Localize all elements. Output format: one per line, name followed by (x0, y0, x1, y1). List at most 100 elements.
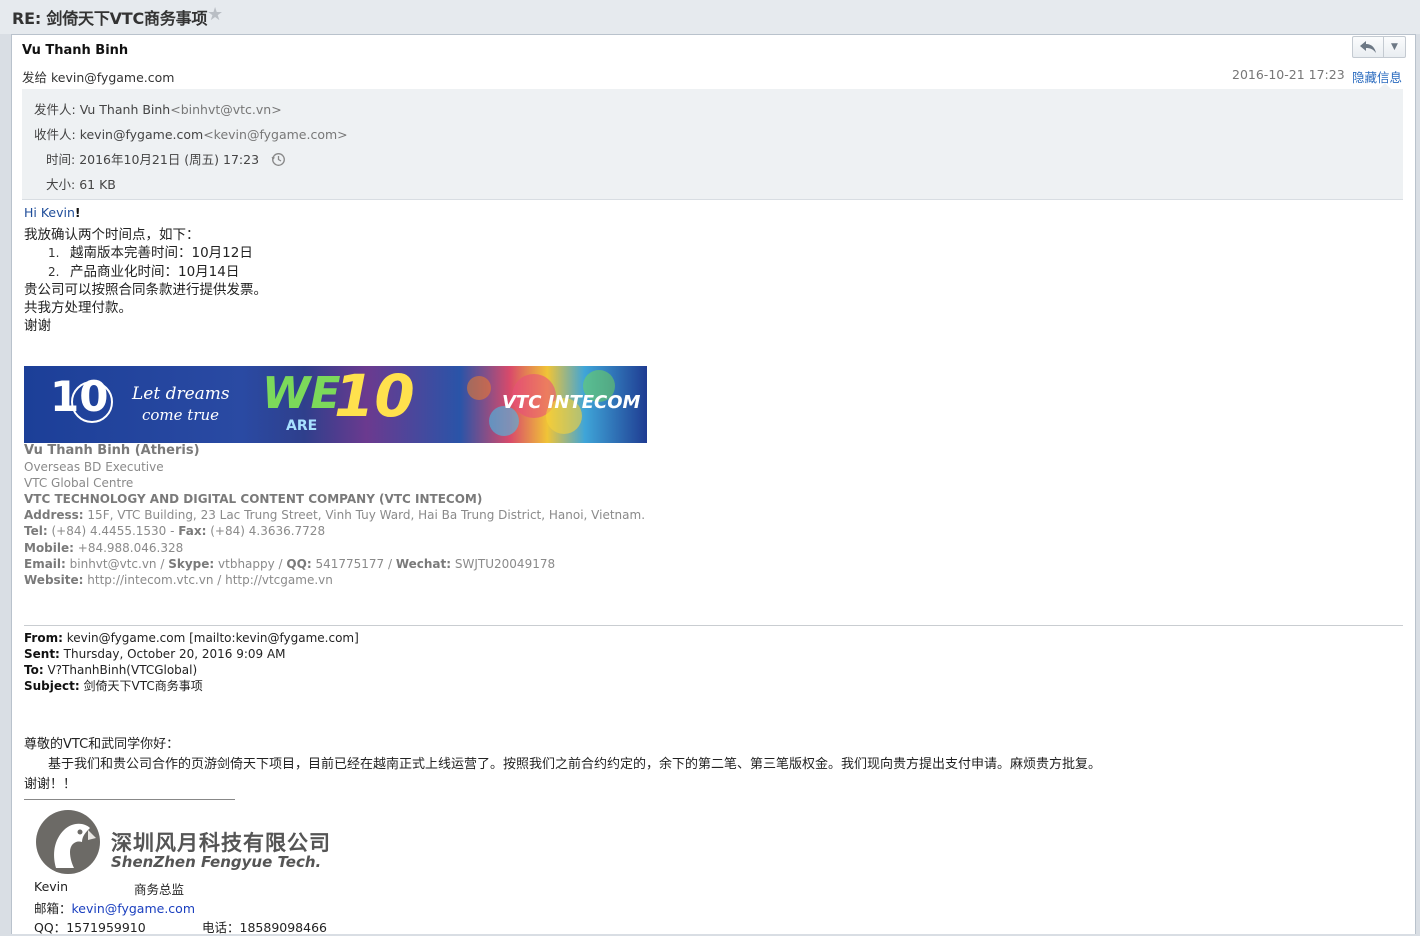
meta-time-label: 时间: (46, 152, 76, 167)
orig-subject-value: 剑倚天下VTC商务事项 (79, 679, 203, 694)
reply-icon[interactable] (1353, 37, 1384, 57)
sig-name: Vu Thanh Binh (Atheris) (24, 443, 645, 459)
meta-info-box: 发件人: Vu Thanh Binh<binhvt@vtc.vn> 收件人: k… (22, 89, 1403, 200)
sig-skype-value: vtbhappy / (214, 556, 287, 571)
recipient-line: 发给 kevin@fygame.com (22, 70, 175, 85)
contact-email-label: 邮箱： (34, 901, 72, 916)
banner-we: WE (262, 368, 341, 419)
sig-tel: Tel: (+84) 4.4455.1530 - Fax: (+84) 4.36… (24, 523, 645, 539)
meta-to-label: 收件人: (34, 127, 76, 142)
sig-name-text: Vu Thanh Binh (Atheris) (24, 443, 200, 458)
company-logo-en: ShenZhen Fengyue Tech. (111, 853, 322, 871)
body-line-3: 共我方处理付款。 (24, 300, 132, 316)
orig-sent: Sent: Thursday, October 20, 2016 9:09 AM (24, 646, 359, 662)
sig-address-value: 15F, VTC Building, 23 Lac Trung Street, … (83, 508, 646, 523)
list-item-2-num: 2. (48, 265, 60, 279)
orig-to: To: V?ThanhBinh(VTCGlobal) (24, 662, 359, 678)
orig-from: From: kevin@fygame.com [mailto:kevin@fyg… (24, 630, 359, 646)
signature-divider (24, 799, 235, 800)
sig-qq-value: 541775177 / (311, 556, 396, 571)
contact-role: 商务总监 (134, 882, 185, 897)
banner-are: ARE (286, 418, 318, 434)
sig-tel-value: (+84) 4.4455.1530 - (47, 524, 179, 539)
contact-email: 邮箱：kevin@fygame.com (34, 898, 195, 917)
sig-centre: VTC Global Centre (24, 476, 134, 491)
orig-subject-label: Subject: (24, 679, 80, 694)
sig-tel-label: Tel: (24, 524, 48, 539)
sig-qq-label: QQ: (286, 556, 312, 571)
email-panel: Vu Thanh Binh 发给 kevin@fygame.com ▼ 2016… (11, 34, 1416, 936)
sig-address: Address: 15F, VTC Building, 23 Lac Trung… (24, 507, 645, 523)
sender-signature: Vu Thanh Binh (Atheris) Overseas BD Exec… (24, 443, 645, 588)
reply-button-group: ▼ (1352, 36, 1406, 58)
banner-ten: 10 (50, 372, 109, 421)
sig-website-value: http://intecom.vtc.vn / http://vtcgame.v… (83, 572, 333, 587)
body-line-2: 贵公司可以按照合同条款进行提供发票。 (24, 282, 267, 298)
signature-banner: 10 Let dreams come true WE ARE 10 VTC IN… (24, 366, 647, 443)
list-item-1: 1. 越南版本完善时间：10月12日 (48, 241, 253, 261)
meta-size-label: 大小: (46, 177, 76, 192)
sig-address-label: Address: (24, 508, 84, 523)
sig-wechat-label: Wechat: (395, 556, 452, 571)
banner-brand: VTC INTECOM (502, 392, 641, 413)
email-subject: RE: 剑倚天下VTC商务事项 (12, 9, 208, 28)
meta-from-addr: <binhvt@vtc.vn> (170, 102, 282, 117)
contact-name: Kevin (34, 879, 69, 894)
sig-website-label: Website: (24, 572, 84, 587)
meta-to-name[interactable]: kevin@fygame.com (80, 127, 204, 142)
list-item-1-text: 越南版本完善时间：10月12日 (70, 245, 253, 261)
contact-email-link[interactable]: kevin@fygame.com (72, 901, 196, 916)
banner-slogan-2: come true (142, 406, 220, 424)
body-line-4: 谢谢 (24, 318, 51, 334)
orig-from-label: From: (24, 631, 63, 645)
dropdown-icon[interactable]: ▼ (1384, 37, 1405, 57)
meta-to-addr: <kevin@fygame.com> (203, 127, 348, 142)
sig-company: VTC TECHNOLOGY AND DIGITAL CONTENT COMPA… (24, 491, 645, 507)
sig-mobile: Mobile: +84.988.046.328 (24, 540, 645, 556)
company-logo-icon (36, 810, 100, 874)
sig-email-label: Email: (24, 556, 66, 571)
star-icon[interactable]: ★ (207, 4, 223, 25)
meta-from: 发件人: Vu Thanh Binh<binhvt@vtc.vn> (34, 99, 282, 118)
body-line-1: 我放确认两个时间点，如下： (24, 227, 200, 243)
meta-from-name[interactable]: Vu Thanh Binh (80, 102, 171, 117)
greeting: Hi Kevin! (24, 205, 81, 220)
sig-skype-label: Skype: (168, 556, 215, 571)
greeting-mark: ! (74, 205, 81, 220)
orig-to-value: V?ThanhBinh(VTCGlobal) (43, 663, 198, 678)
subject-bar: RE: 剑倚天下VTC商务事项 ★ (0, 0, 1420, 34)
meta-time: 时间: 2016年10月21日 (周五) 17:23 (46, 149, 286, 168)
sig-email: Email: binhvt@vtc.vn / Skype: vtbhappy /… (24, 556, 645, 572)
orig-thanks: 谢谢！！ (24, 777, 77, 792)
meta-time-value: 2016年10月21日 (周五) 17:23 (79, 152, 260, 167)
sig-email-value: binhvt@vtc.vn / (65, 556, 169, 571)
sender-name[interactable]: Vu Thanh Binh (22, 43, 128, 58)
sig-wechat-value: SWJTU20049178 (451, 556, 556, 571)
orig-from-value: kevin@fygame.com [mailto:kevin@fygame.co… (62, 631, 359, 645)
clock-icon[interactable] (271, 152, 286, 168)
quote-separator (24, 625, 1403, 626)
email-date: 2016-10-21 17:23 (1232, 67, 1345, 82)
orig-paragraph: 基于我们和贵公司合作的页游剑倚天下项目，目前已经在越南正式上线运营了。按照我们之… (48, 757, 1102, 772)
orig-to-label: To: (24, 663, 44, 678)
list-item-1-num: 1. (48, 246, 60, 260)
greeting-text: Hi Kevin (24, 205, 75, 220)
meta-to: 收件人: kevin@fygame.com<kevin@fygame.com> (34, 124, 348, 143)
meta-size: 大小: 61 KB (46, 174, 116, 193)
meta-from-label: 发件人: (34, 102, 76, 117)
orig-subject: Subject: 剑倚天下VTC商务事项 (24, 678, 359, 694)
orig-salutation: 尊敬的VTC和武同学你好： (24, 737, 180, 752)
sig-mobile-value: +84.988.046.328 (73, 540, 184, 555)
list-item-2: 2. 产品商业化时间：10月14日 (48, 260, 239, 280)
sig-fax-value: (+84) 4.3636.7728 (206, 524, 326, 539)
contact-qq: QQ：1571959910 (34, 917, 146, 936)
orig-sent-label: Sent: (24, 647, 60, 662)
banner-ten-2: 10 (334, 366, 415, 430)
sig-company-text: VTC TECHNOLOGY AND DIGITAL CONTENT COMPA… (24, 492, 483, 507)
original-message-header: From: kevin@fygame.com [mailto:kevin@fyg… (24, 630, 359, 694)
sig-title: Overseas BD Executive (24, 460, 164, 475)
hide-info-link[interactable]: 隐藏信息 (1352, 67, 1402, 86)
sig-website: Website: http://intecom.vtc.vn / http://… (24, 572, 645, 588)
orig-sent-value: Thursday, October 20, 2016 9:09 AM (59, 647, 286, 662)
sig-mobile-label: Mobile: (24, 540, 74, 555)
